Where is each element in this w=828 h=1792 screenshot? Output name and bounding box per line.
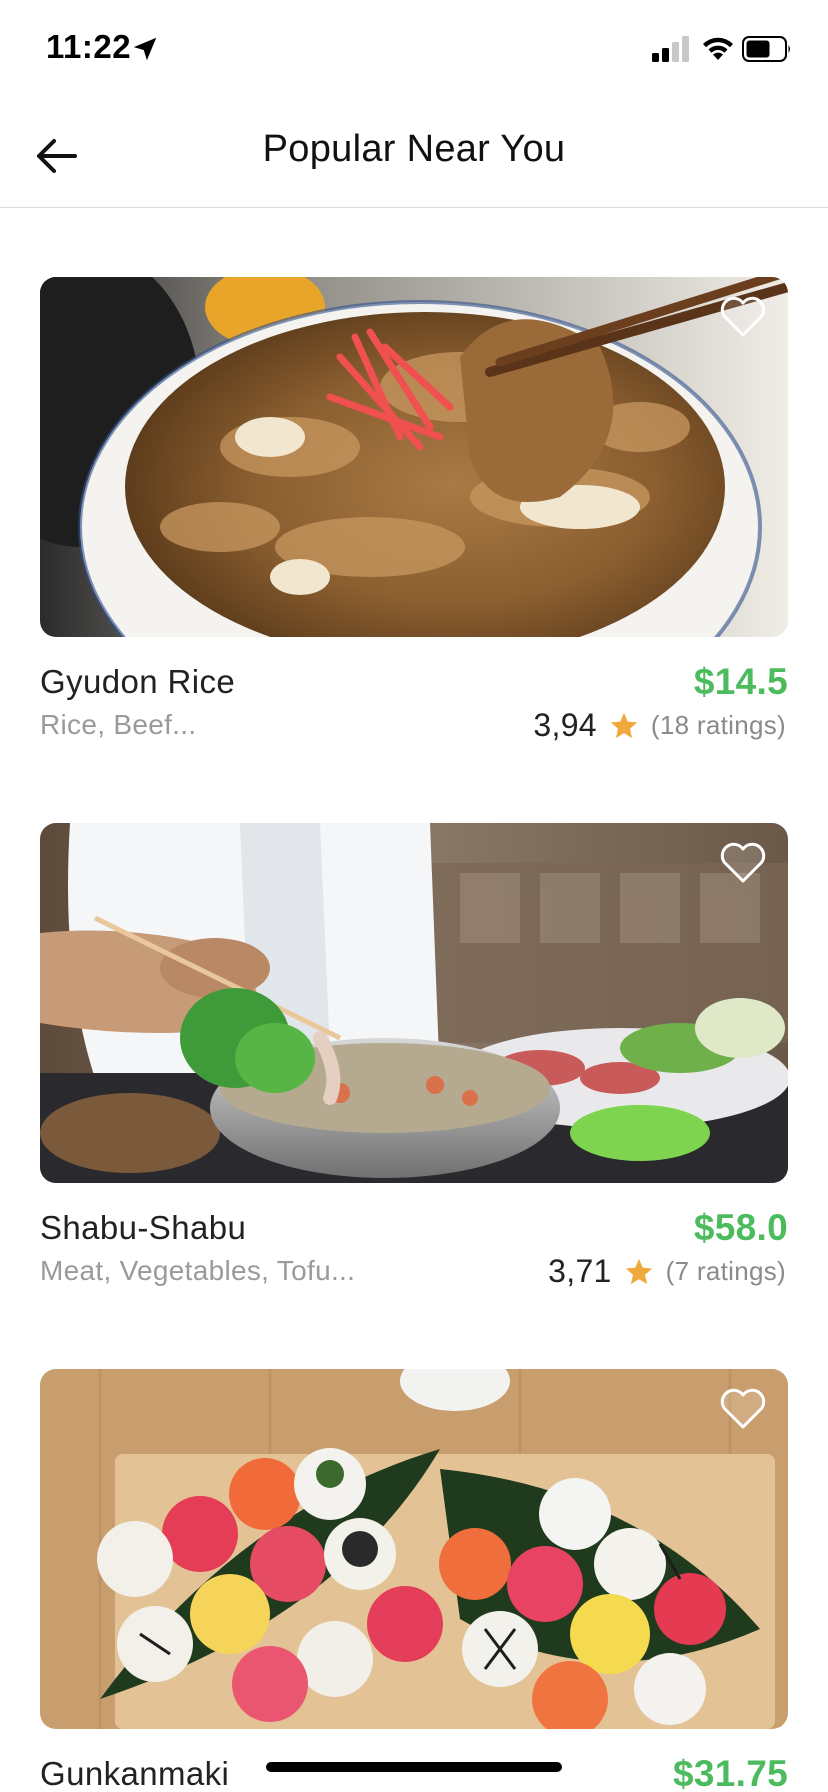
dish-name: Gunkanmaki (40, 1755, 230, 1792)
heart-outline-icon[interactable] (718, 1385, 768, 1431)
dish-info: Shabu-Shabu Meat, Vegetables, Tofu... $5… (40, 1183, 788, 1289)
dish-name: Shabu-Shabu (40, 1209, 247, 1246)
star-icon (625, 1258, 652, 1284)
dish-image[interactable] (40, 277, 788, 637)
battery-icon (742, 36, 790, 62)
rating-row: 3,94 (18 ratings) (533, 707, 786, 744)
dish-info: Gunkanmaki $31.75 (40, 1729, 788, 1792)
rating-count: (18 ratings) (650, 710, 786, 740)
heart-outline-icon[interactable] (718, 839, 768, 885)
dish-price: $31.75 (673, 1753, 788, 1792)
dish-image[interactable] (40, 823, 788, 1183)
star-icon (610, 712, 638, 738)
heart-outline-icon[interactable] (718, 293, 768, 339)
dish-info: Gyudon Rice Rice, Beef... $14.5 3,94 (18… (40, 637, 788, 743)
dish-photo (40, 1369, 788, 1729)
dish-card-gunkanmaki[interactable]: Gunkanmaki $31.75 (40, 1369, 788, 1792)
dish-tags: Rice, Beef... (40, 709, 197, 740)
status-time: 11:22 (46, 28, 132, 65)
page-title: Popular Near You (262, 128, 566, 170)
wifi-icon (703, 37, 733, 60)
dish-image[interactable] (40, 1369, 788, 1729)
dish-price: $58.0 (693, 1207, 788, 1248)
dish-photo (40, 277, 788, 637)
status-bar: 11:22 (0, 0, 828, 100)
dish-card-shabu-shabu[interactable]: Shabu-Shabu Meat, Vegetables, Tofu... $5… (40, 823, 788, 1289)
dish-photo (40, 823, 788, 1183)
rating-value: 3,71 (548, 1253, 612, 1289)
dish-name: Gyudon Rice (40, 663, 236, 700)
location-arrow-icon (133, 37, 157, 61)
dish-price: $14.5 (693, 661, 788, 702)
rating-row: 3,71 (7 ratings) (548, 1253, 786, 1290)
rating-value: 3,94 (533, 707, 597, 743)
dish-tags: Meat, Vegetables, Tofu... (40, 1255, 356, 1286)
navigation-bar: Popular Near You (0, 100, 828, 208)
home-indicator[interactable] (266, 1762, 562, 1772)
cellular-signal-icon (652, 36, 689, 62)
rating-count: (7 ratings) (665, 1256, 786, 1286)
dish-card-gyudon[interactable]: Gyudon Rice Rice, Beef... $14.5 3,94 (18… (40, 277, 788, 743)
